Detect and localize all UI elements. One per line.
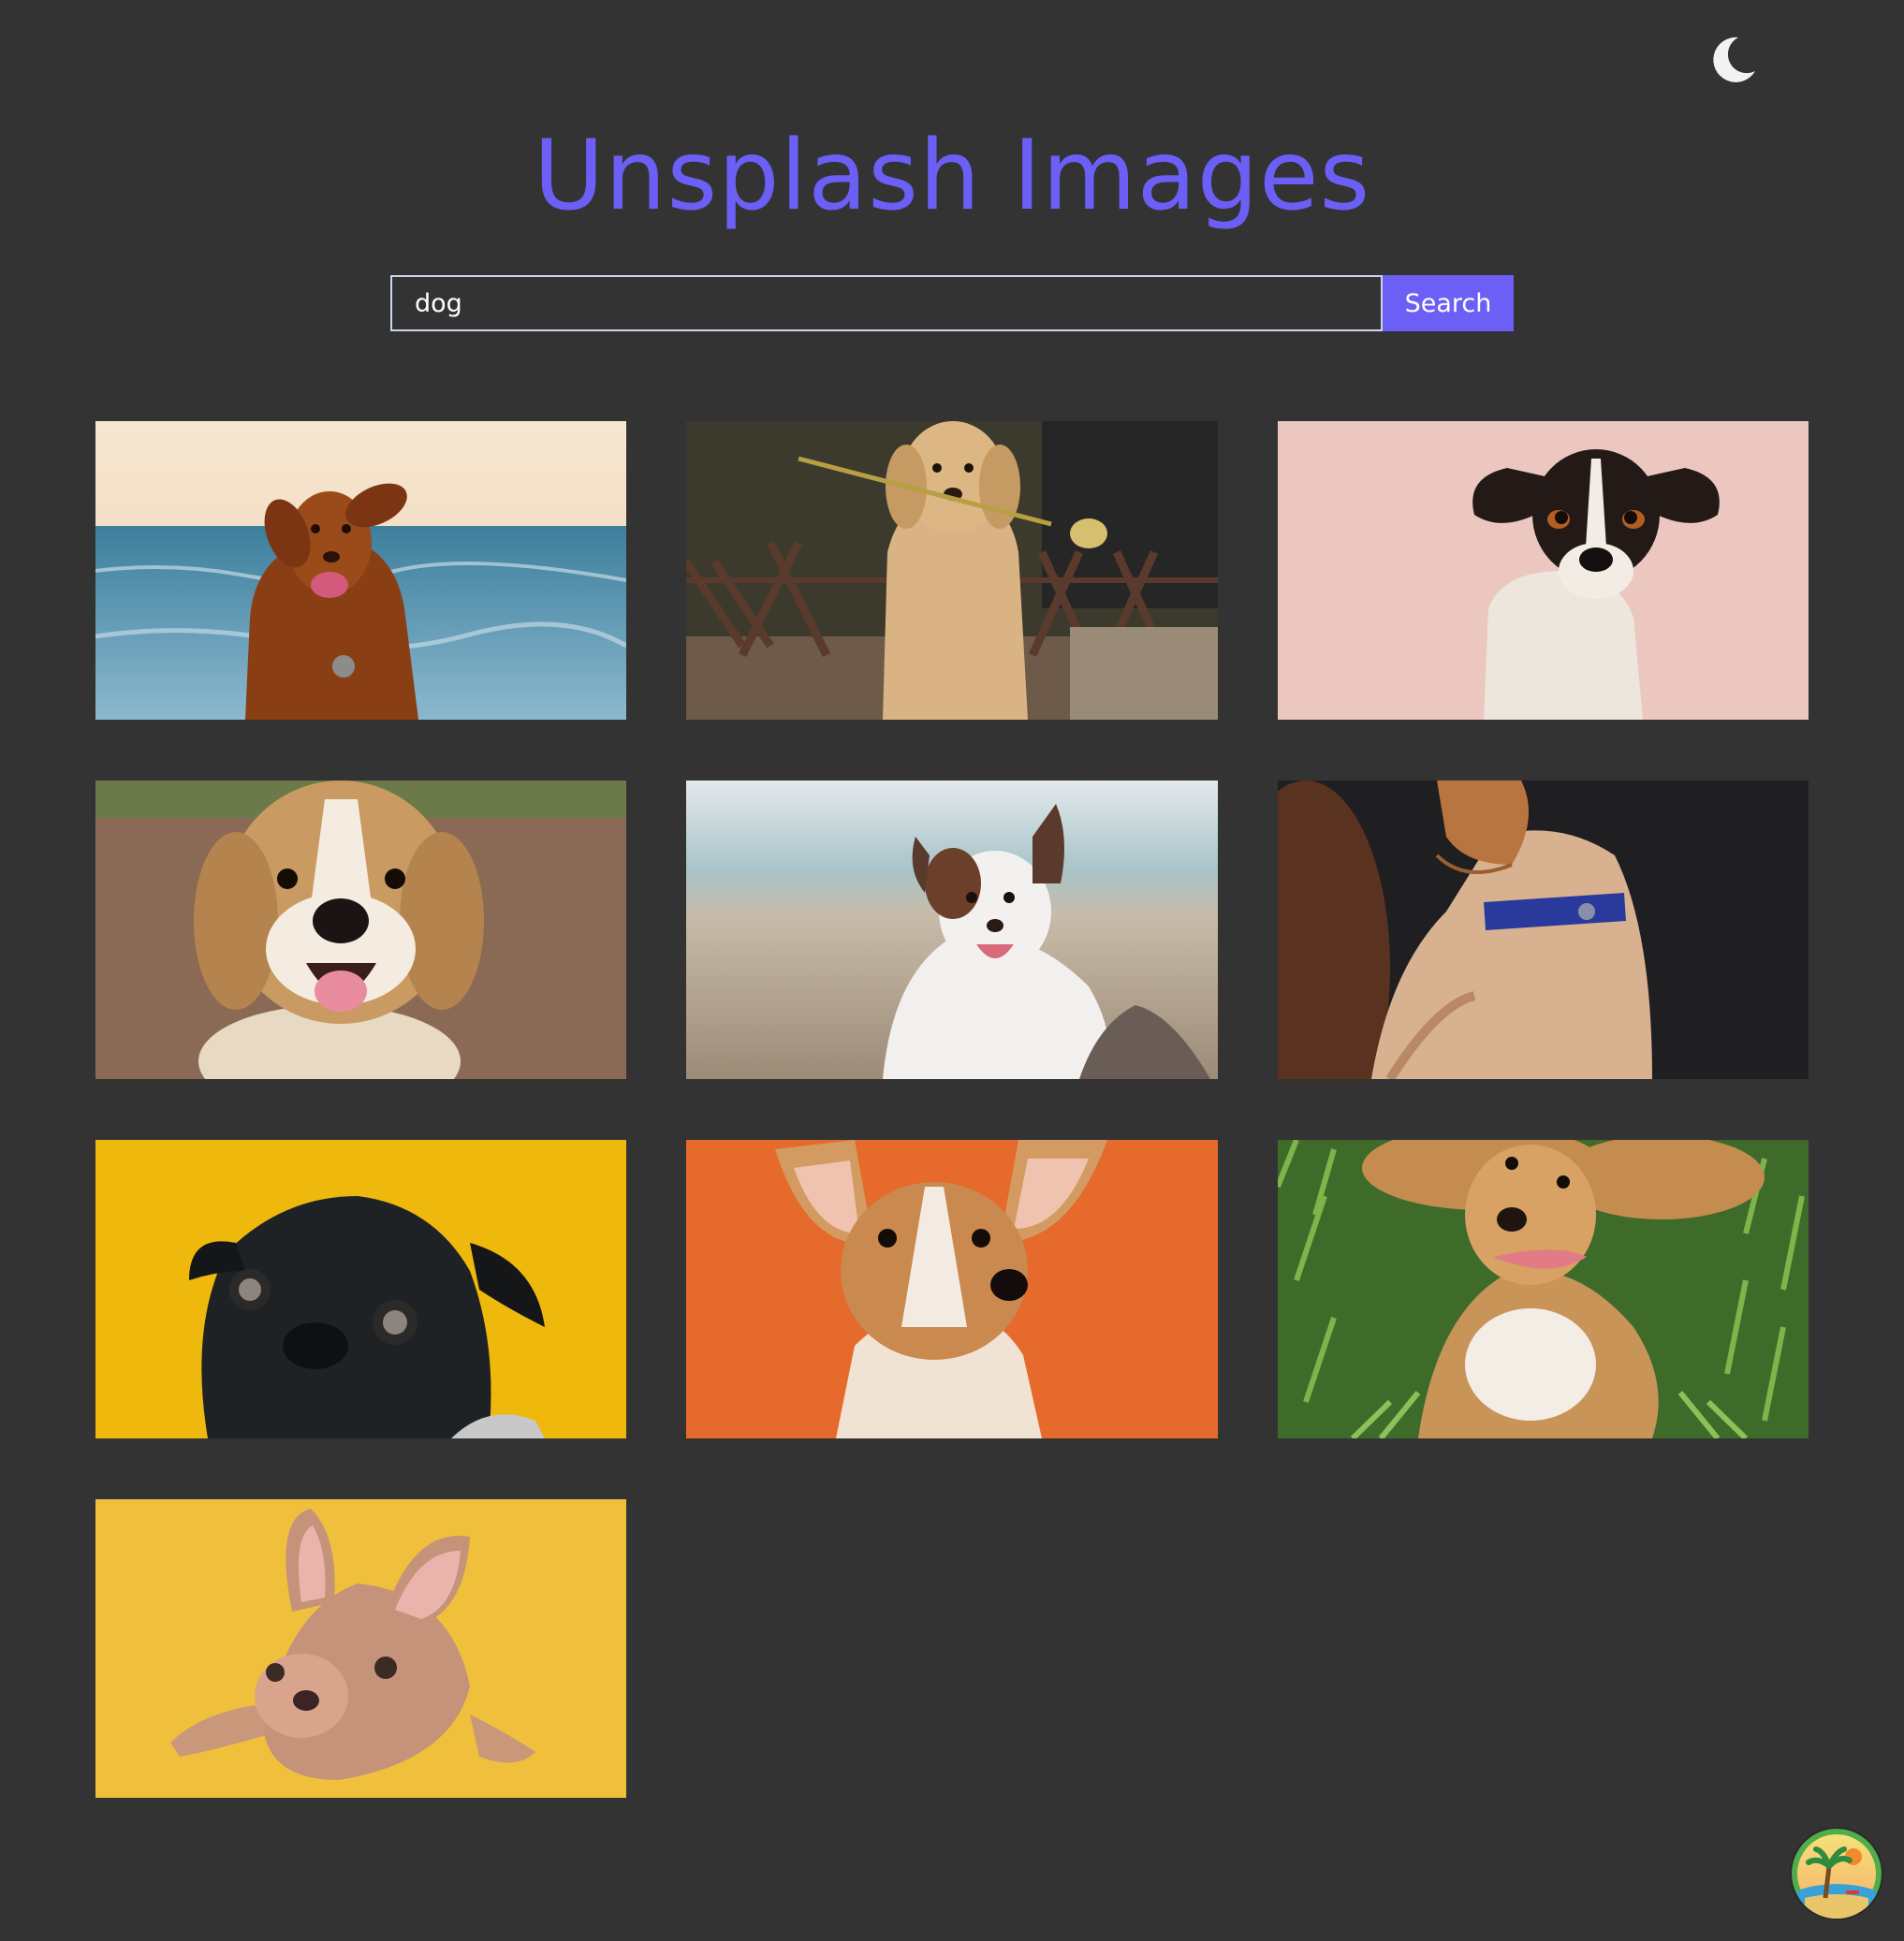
floating-action-button[interactable] bbox=[1792, 1829, 1882, 1919]
dog-photo bbox=[686, 1140, 1218, 1438]
result-image-9[interactable] bbox=[1278, 1140, 1809, 1438]
palm-tree-icon bbox=[1792, 1829, 1882, 1919]
result-image-3[interactable] bbox=[1278, 421, 1809, 720]
theme-toggle-button[interactable] bbox=[1706, 32, 1763, 88]
dog-photo bbox=[95, 781, 626, 1079]
result-image-1[interactable] bbox=[95, 421, 626, 720]
image-grid bbox=[95, 421, 1809, 1798]
result-image-4[interactable] bbox=[95, 781, 626, 1079]
dog-photo bbox=[686, 781, 1218, 1079]
moon-icon bbox=[1713, 36, 1755, 82]
dog-photo bbox=[95, 1140, 626, 1438]
result-image-7[interactable] bbox=[95, 1140, 626, 1438]
search-button[interactable]: Search bbox=[1383, 275, 1514, 331]
dog-photo bbox=[686, 421, 1218, 720]
result-image-8[interactable] bbox=[686, 1140, 1218, 1438]
dog-photo bbox=[95, 421, 626, 720]
dog-photo bbox=[95, 1499, 626, 1798]
result-image-5[interactable] bbox=[686, 781, 1218, 1079]
dog-photo bbox=[1278, 1140, 1809, 1438]
search-input[interactable] bbox=[390, 275, 1383, 331]
dog-photo bbox=[1278, 421, 1809, 720]
result-image-6[interactable] bbox=[1278, 781, 1809, 1079]
page-title: Unsplash Images bbox=[533, 120, 1371, 232]
dog-photo bbox=[1278, 781, 1809, 1079]
page: Unsplash Images Search bbox=[0, 0, 1904, 1941]
search-form: Search bbox=[390, 275, 1514, 331]
result-image-10[interactable] bbox=[95, 1499, 626, 1798]
result-image-2[interactable] bbox=[686, 421, 1218, 720]
